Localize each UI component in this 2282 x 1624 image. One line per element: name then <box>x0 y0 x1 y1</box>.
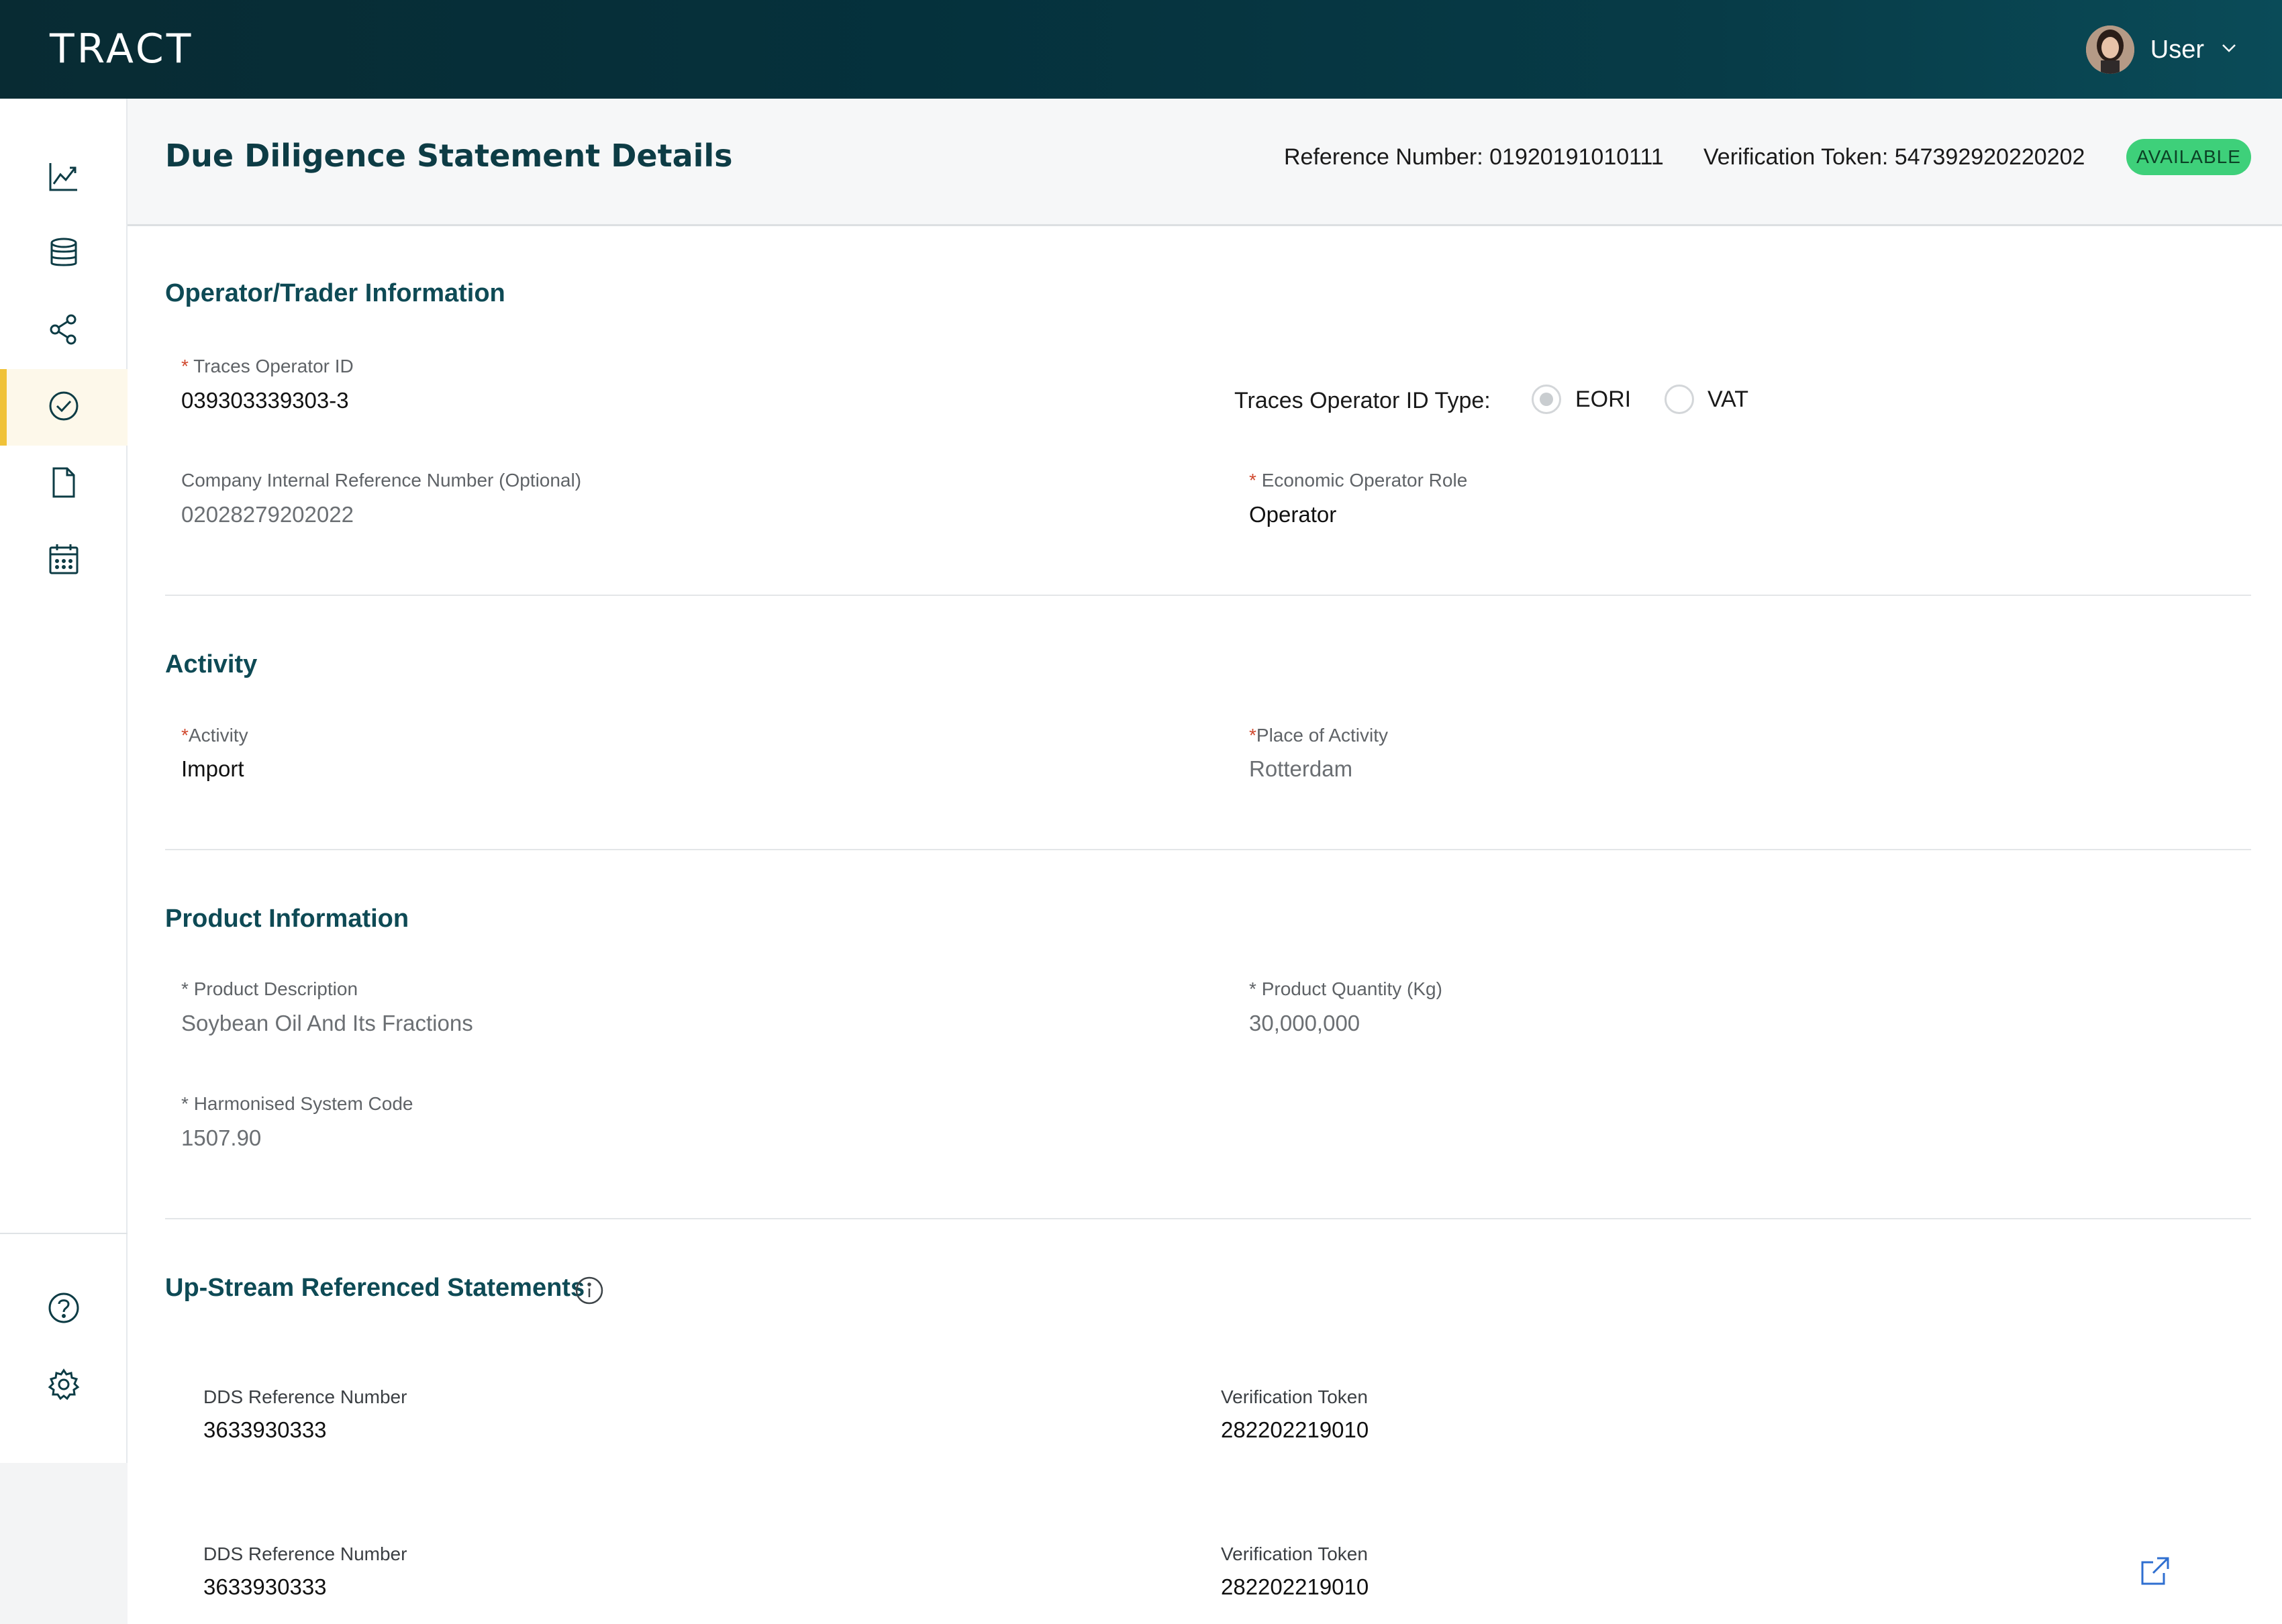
help-circle-icon <box>47 1291 81 1328</box>
product-description-value: Soybean Oil And Its Fractions <box>181 1011 473 1035</box>
hs-code-value: 1507.90 <box>181 1125 262 1150</box>
radio-eori[interactable] <box>1532 385 1561 414</box>
radio-vat-label[interactable]: VAT <box>1707 387 1748 413</box>
page-title: Due Diligence Statement Details <box>165 138 733 174</box>
user-menu[interactable]: User <box>2085 24 2236 75</box>
section-divider <box>165 595 2251 596</box>
reference-value: 01920191010111 <box>1489 144 1664 170</box>
sidebar-item-network[interactable] <box>0 293 128 369</box>
id-type-label: Traces Operator ID Type: <box>1234 388 1491 413</box>
section-title-operator: Operator/Trader Information <box>165 279 505 307</box>
product-quantity-label: * Product Quantity (Kg) <box>1249 978 1442 999</box>
sidebar-item-due-diligence[interactable] <box>0 369 128 446</box>
top-bar: TRACT User <box>0 0 2282 99</box>
section-title-product: Product Information <box>165 905 409 933</box>
traces-operator-id-label: * Traces Operator ID <box>181 356 354 376</box>
place-of-activity-value: Rotterdam <box>1249 756 1353 781</box>
upstream-token-value: 282202219010 <box>1221 1574 1369 1599</box>
dds-reference-label: DDS Reference Number <box>203 1386 407 1407</box>
sidebar-item-calendar[interactable] <box>0 522 128 599</box>
calendar-icon <box>47 542 81 579</box>
verification-token: Verification Token: 547392920220202 <box>1703 144 2085 170</box>
chevron-down-icon <box>2222 44 2236 56</box>
place-of-activity-label: *Place of Activity <box>1249 725 1388 746</box>
upstream-token-value: 282202219010 <box>1221 1417 1369 1442</box>
document-icon <box>47 466 81 503</box>
upstream-token-label: Verification Token <box>1221 1386 1368 1407</box>
activity-value: Import <box>181 756 244 781</box>
product-description-label: * Product Description <box>181 978 358 999</box>
sidebar-item-settings[interactable] <box>0 1348 128 1424</box>
company-ref-value: 02028279202022 <box>181 502 354 527</box>
sidebar-footer <box>0 1463 128 1624</box>
status-badge: AVAILABLE <box>2126 139 2251 175</box>
sidebar-divider <box>0 1233 128 1234</box>
activity-label: *Activity <box>181 725 248 746</box>
chart-line-icon <box>47 160 81 197</box>
page-header: Due Diligence Statement Details Referenc… <box>128 99 2282 226</box>
section-divider <box>165 1218 2251 1219</box>
token-label: Verification Token: <box>1703 144 1889 170</box>
share-icon <box>47 313 81 350</box>
section-title-upstream: Up-Stream Referenced Statements <box>165 1274 585 1302</box>
reference-label: Reference Number: <box>1284 144 1483 170</box>
sidebar-item-analytics[interactable] <box>0 140 128 216</box>
section-title-activity: Activity <box>165 650 258 678</box>
user-name: User <box>2150 35 2204 64</box>
upstream-token-label: Verification Token <box>1221 1543 1368 1564</box>
operator-role-label: * Economic Operator Role <box>1249 470 1468 491</box>
check-circle-icon <box>47 389 81 426</box>
dds-reference-value: 3633930333 <box>203 1574 327 1599</box>
section-divider <box>165 849 2251 850</box>
gear-icon <box>47 1368 81 1405</box>
traces-operator-id-value: 039303339303-3 <box>181 388 349 413</box>
external-link-icon[interactable] <box>2138 1554 2172 1591</box>
avatar <box>2085 26 2134 74</box>
sidebar-item-database[interactable] <box>0 216 128 293</box>
reference-number: Reference Number: 01920191010111 <box>1284 144 1664 170</box>
token-value: 547392920220202 <box>1894 144 2085 170</box>
dds-reference-value: 3633930333 <box>203 1417 327 1442</box>
radio-eori-label[interactable]: EORI <box>1575 387 1631 413</box>
database-icon <box>47 236 81 273</box>
sidebar-item-documents[interactable] <box>0 446 128 522</box>
operator-role-value: Operator <box>1249 502 1337 527</box>
logo[interactable]: TRACT <box>50 27 193 71</box>
company-ref-label: Company Internal Reference Number (Optio… <box>181 470 582 491</box>
sidebar-item-help[interactable] <box>0 1271 128 1348</box>
hs-code-label: * Harmonised System Code <box>181 1093 413 1114</box>
logo-text: TRACT <box>50 26 194 72</box>
dds-reference-label: DDS Reference Number <box>203 1543 407 1564</box>
radio-vat[interactable] <box>1665 385 1694 414</box>
product-quantity-value: 30,000,000 <box>1249 1011 1360 1035</box>
info-icon[interactable] <box>575 1276 604 1309</box>
